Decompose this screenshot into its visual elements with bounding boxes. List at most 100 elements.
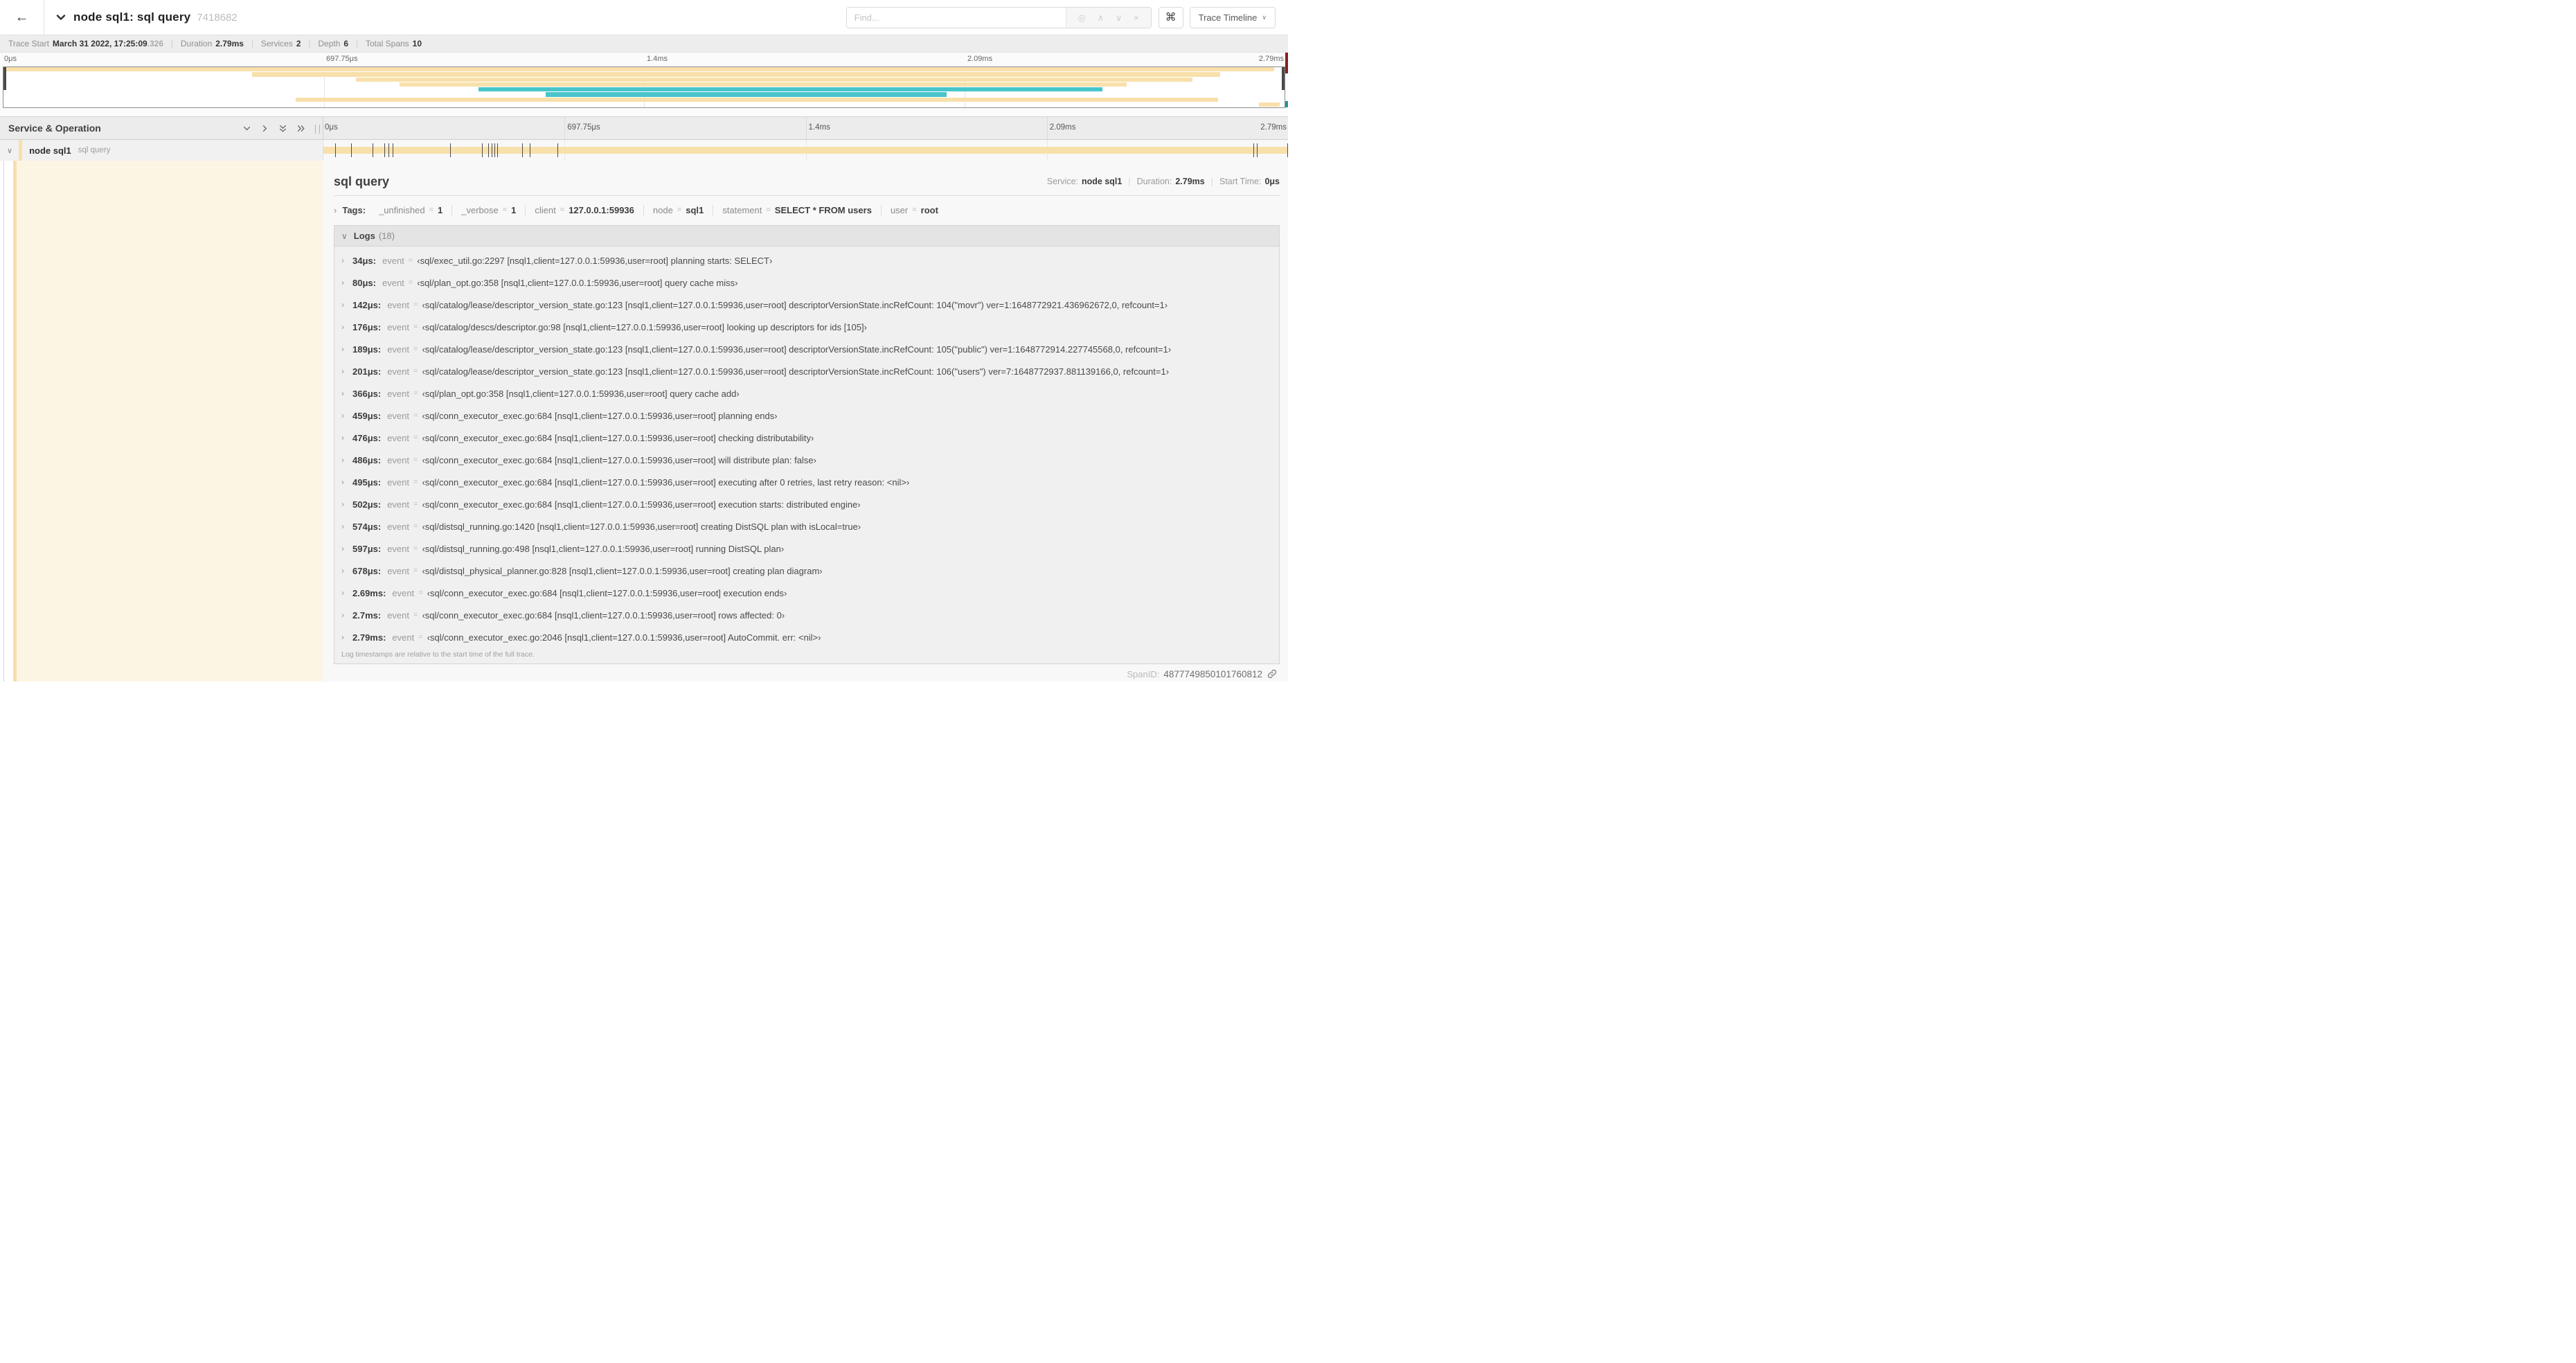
minimap-row — [3, 102, 1285, 107]
log-row[interactable]: › 486μs: event = ‹sql/conn_executor_exec.go:… — [334, 449, 1279, 471]
column-resizer[interactable] — [315, 125, 320, 134]
summary-label: Trace Start — [8, 39, 49, 48]
collapse-controls — [242, 123, 306, 134]
log-field-value: ‹sql/plan_opt.go:358 [nsql1,client=127.0… — [417, 277, 738, 288]
log-row[interactable]: › 597μs: event = ‹sql/distsql_running.go:498… — [334, 537, 1279, 560]
log-field-key: event — [387, 565, 410, 576]
span-detail-header: sql query Service: node sql1 | Duration: 2.7… — [334, 168, 1280, 195]
log-row[interactable]: › 459μs: event = ‹sql/conn_executor_exec.go:… — [334, 404, 1279, 427]
minimap-span-bar — [478, 87, 1103, 92]
prev-result-icon[interactable]: ∧ — [1098, 13, 1104, 22]
find-input[interactable] — [846, 7, 1066, 28]
log-row[interactable]: › 495μs: event = ‹sql/conn_executor_exec.go:… — [334, 471, 1279, 493]
log-field-key: event — [387, 609, 410, 621]
log-row[interactable]: › 2.69ms: event = ‹sql/conn_executor_exec.go… — [334, 582, 1279, 604]
ruler-tick-label: 0μs — [325, 123, 338, 132]
collapse-trace-icon[interactable] — [55, 12, 66, 23]
log-tick — [494, 143, 496, 157]
collapse-one-icon[interactable] — [242, 123, 252, 134]
log-field-key: event — [387, 344, 410, 355]
tag-value: 127.0.0.1:59936 — [569, 204, 634, 215]
log-row[interactable]: › 2.79ms: event = ‹sql/conn_executor_exec.go… — [334, 626, 1279, 648]
equals-sign: = — [413, 367, 418, 375]
summary-value: 6 — [343, 39, 349, 48]
log-row[interactable]: › 502μs: event = ‹sql/conn_executor_exec.go:… — [334, 493, 1279, 515]
equals-sign: = — [413, 345, 418, 353]
clear-search-icon[interactable]: × — [1134, 13, 1139, 22]
edge-artifact — [1285, 101, 1288, 107]
log-row[interactable]: › 366μs: event = ‹sql/plan_opt.go:358 [nsql1… — [334, 382, 1279, 404]
span-id-value: 4877749850101760812 — [1163, 668, 1262, 679]
log-row[interactable]: › 574μs: event = ‹sql/distsql_running.go:142… — [334, 515, 1279, 537]
log-row[interactable]: › 678μs: event = ‹sql/distsql_physical_plann… — [334, 560, 1279, 582]
meta-value: 2.79ms — [1175, 177, 1205, 186]
log-row[interactable]: › 476μs: event = ‹sql/conn_executor_exec.go:… — [334, 427, 1279, 449]
span-operation-name: sql query — [78, 146, 111, 154]
log-row[interactable]: › 176μs: event = ‹sql/catalog/descs/descript… — [334, 316, 1279, 338]
tag-item[interactable]: client = 127.0.0.1:59936 — [526, 205, 643, 215]
minimap-right-scrubber[interactable] — [1282, 67, 1285, 90]
tag-value: SELECT * FROM users — [774, 204, 872, 215]
log-tick — [482, 143, 483, 157]
log-tick — [449, 143, 451, 157]
log-timestamp: 2.79ms: — [352, 632, 386, 643]
separator: | — [251, 39, 253, 48]
trace-summary: Trace Start March 31 2022, 17:25:09.326 | D… — [0, 35, 1288, 53]
equals-sign: = — [912, 206, 917, 214]
trace-view-selector[interactable]: Trace Timeline ∨ — [1189, 6, 1276, 28]
minimap-row — [3, 67, 1285, 72]
tag-item[interactable]: _unfinished = 1 — [370, 205, 451, 215]
deep-link-icon[interactable] — [1267, 669, 1277, 679]
tag-value: sql1 — [686, 204, 704, 215]
log-row[interactable]: › 2.7ms: event = ‹sql/conn_executor_exec.go:… — [334, 604, 1279, 626]
minimap-canvas[interactable] — [3, 66, 1285, 108]
tag-item[interactable]: statement = SELECT * FROM users — [713, 205, 881, 215]
tag-item[interactable]: user = root — [882, 205, 947, 215]
equals-sign: = — [413, 411, 418, 420]
tag-value: 1 — [511, 204, 517, 215]
trace-id: 7418682 — [197, 11, 238, 24]
log-row[interactable]: › 80μs: event = ‹sql/plan_opt.go:358 [nsql1,… — [334, 271, 1279, 294]
log-timestamp: 502μs: — [352, 499, 382, 510]
minimap-left-scrubber[interactable] — [3, 67, 6, 90]
equals-sign: = — [413, 611, 418, 619]
chevron-right-icon: › — [341, 433, 344, 443]
tag-item[interactable]: _verbose = 1 — [452, 205, 525, 215]
logs-header[interactable]: ∨ Logs (18) — [334, 226, 1279, 247]
collapse-all-icon[interactable] — [278, 123, 288, 134]
span-name-column[interactable]: ∨ node sql1 sql query — [0, 140, 323, 161]
log-tick — [1287, 143, 1288, 157]
log-row[interactable]: › 201μs: event = ‹sql/catalog/lease/descript… — [334, 360, 1279, 382]
equals-sign: = — [413, 478, 418, 486]
back-button[interactable]: ← — [0, 0, 44, 35]
next-result-icon[interactable]: ∨ — [1116, 13, 1122, 22]
log-timestamp: 2.69ms: — [352, 587, 386, 598]
equals-sign: = — [413, 323, 418, 331]
equals-sign: = — [418, 589, 423, 597]
expand-one-icon[interactable] — [260, 123, 270, 134]
keyboard-shortcuts-button[interactable]: ⌘ — [1158, 6, 1183, 28]
span-detail-backdrop — [17, 161, 323, 682]
tags-row[interactable]: › Tags: _unfinished = 1 _verbose = 1 client = 12… — [334, 202, 1280, 218]
equals-sign: = — [418, 633, 423, 641]
log-row[interactable]: › 189μs: event = ‹sql/catalog/lease/descript… — [334, 338, 1279, 360]
log-field-key: event — [387, 499, 410, 510]
log-field-key: event — [387, 454, 410, 465]
trace-view-label: Trace Timeline — [1198, 12, 1258, 23]
meta-label: Service: — [1046, 177, 1079, 186]
log-row[interactable]: › 34μs: event = ‹sql/exec_util.go:2297 [nsql… — [334, 249, 1279, 271]
log-row[interactable]: › 142μs: event = ‹sql/catalog/lease/descript… — [334, 294, 1279, 316]
span-row[interactable]: ∨ node sql1 sql query — [0, 140, 1288, 161]
expand-all-icon[interactable] — [296, 123, 306, 134]
equals-sign: = — [413, 434, 418, 442]
collapse-span-icon[interactable]: ∨ — [7, 146, 12, 155]
trace-summary-item: Depth 6 — [318, 39, 348, 48]
trace-summary-item: Total Spans 10 — [366, 39, 422, 48]
span-detail-row: sql query Service: node sql1 | Duration: 2.7… — [0, 161, 1288, 682]
tag-item[interactable]: node = sql1 — [644, 205, 713, 215]
equals-sign: = — [413, 301, 418, 309]
minimap-row — [3, 92, 1285, 97]
span-bar-cell[interactable] — [323, 140, 1288, 161]
locate-icon[interactable]: ◎ — [1077, 13, 1085, 22]
log-tick — [384, 143, 385, 157]
